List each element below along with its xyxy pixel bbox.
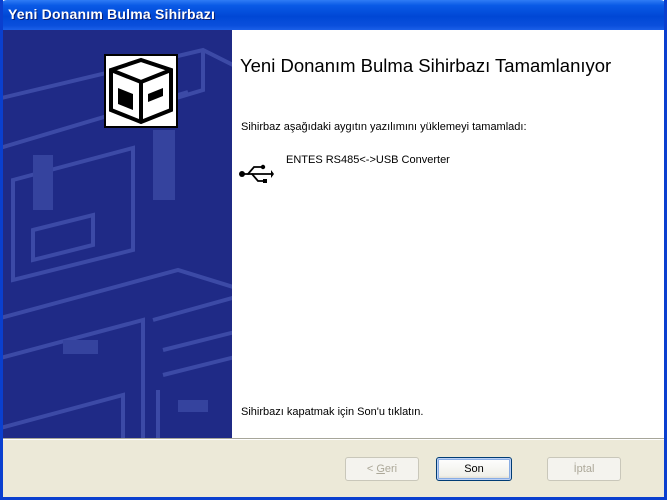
usb-icon: [239, 164, 274, 183]
back-button-prefix: <: [366, 463, 377, 475]
device-name: ENTES RS485<->USB Converter: [286, 154, 450, 166]
window-title: Yeni Donanım Bulma Sihirbazı: [8, 6, 216, 22]
wizard-window: Yeni Donanım Bulma Sihirbazı Yeni Donanı…: [0, 0, 667, 500]
cancel-button[interactable]: İptal: [547, 457, 621, 481]
finish-button[interactable]: Son: [436, 457, 512, 481]
completion-message: Sihirbaz aşağıdaki aygıtın yazılımını yü…: [241, 121, 527, 133]
hardware-wizard-icon: [104, 54, 178, 128]
hardware-banner-image: [3, 47, 232, 438]
title-bar[interactable]: Yeni Donanım Bulma Sihirbazı: [3, 0, 664, 30]
button-bar: < Geri Son İptal: [3, 440, 664, 497]
wizard-side-banner: [3, 30, 232, 438]
wizard-content: Yeni Donanım Bulma Sihirbazı Tamamlanıyo…: [232, 30, 664, 438]
back-button[interactable]: < Geri: [345, 457, 419, 481]
back-button-accelerator: G: [376, 463, 385, 475]
close-instruction: Sihirbazı kapatmak için Son'u tıklatın.: [241, 406, 424, 418]
back-button-label: eri: [384, 463, 398, 475]
page-title: Yeni Donanım Bulma Sihirbazı Tamamlanıyo…: [240, 55, 612, 76]
